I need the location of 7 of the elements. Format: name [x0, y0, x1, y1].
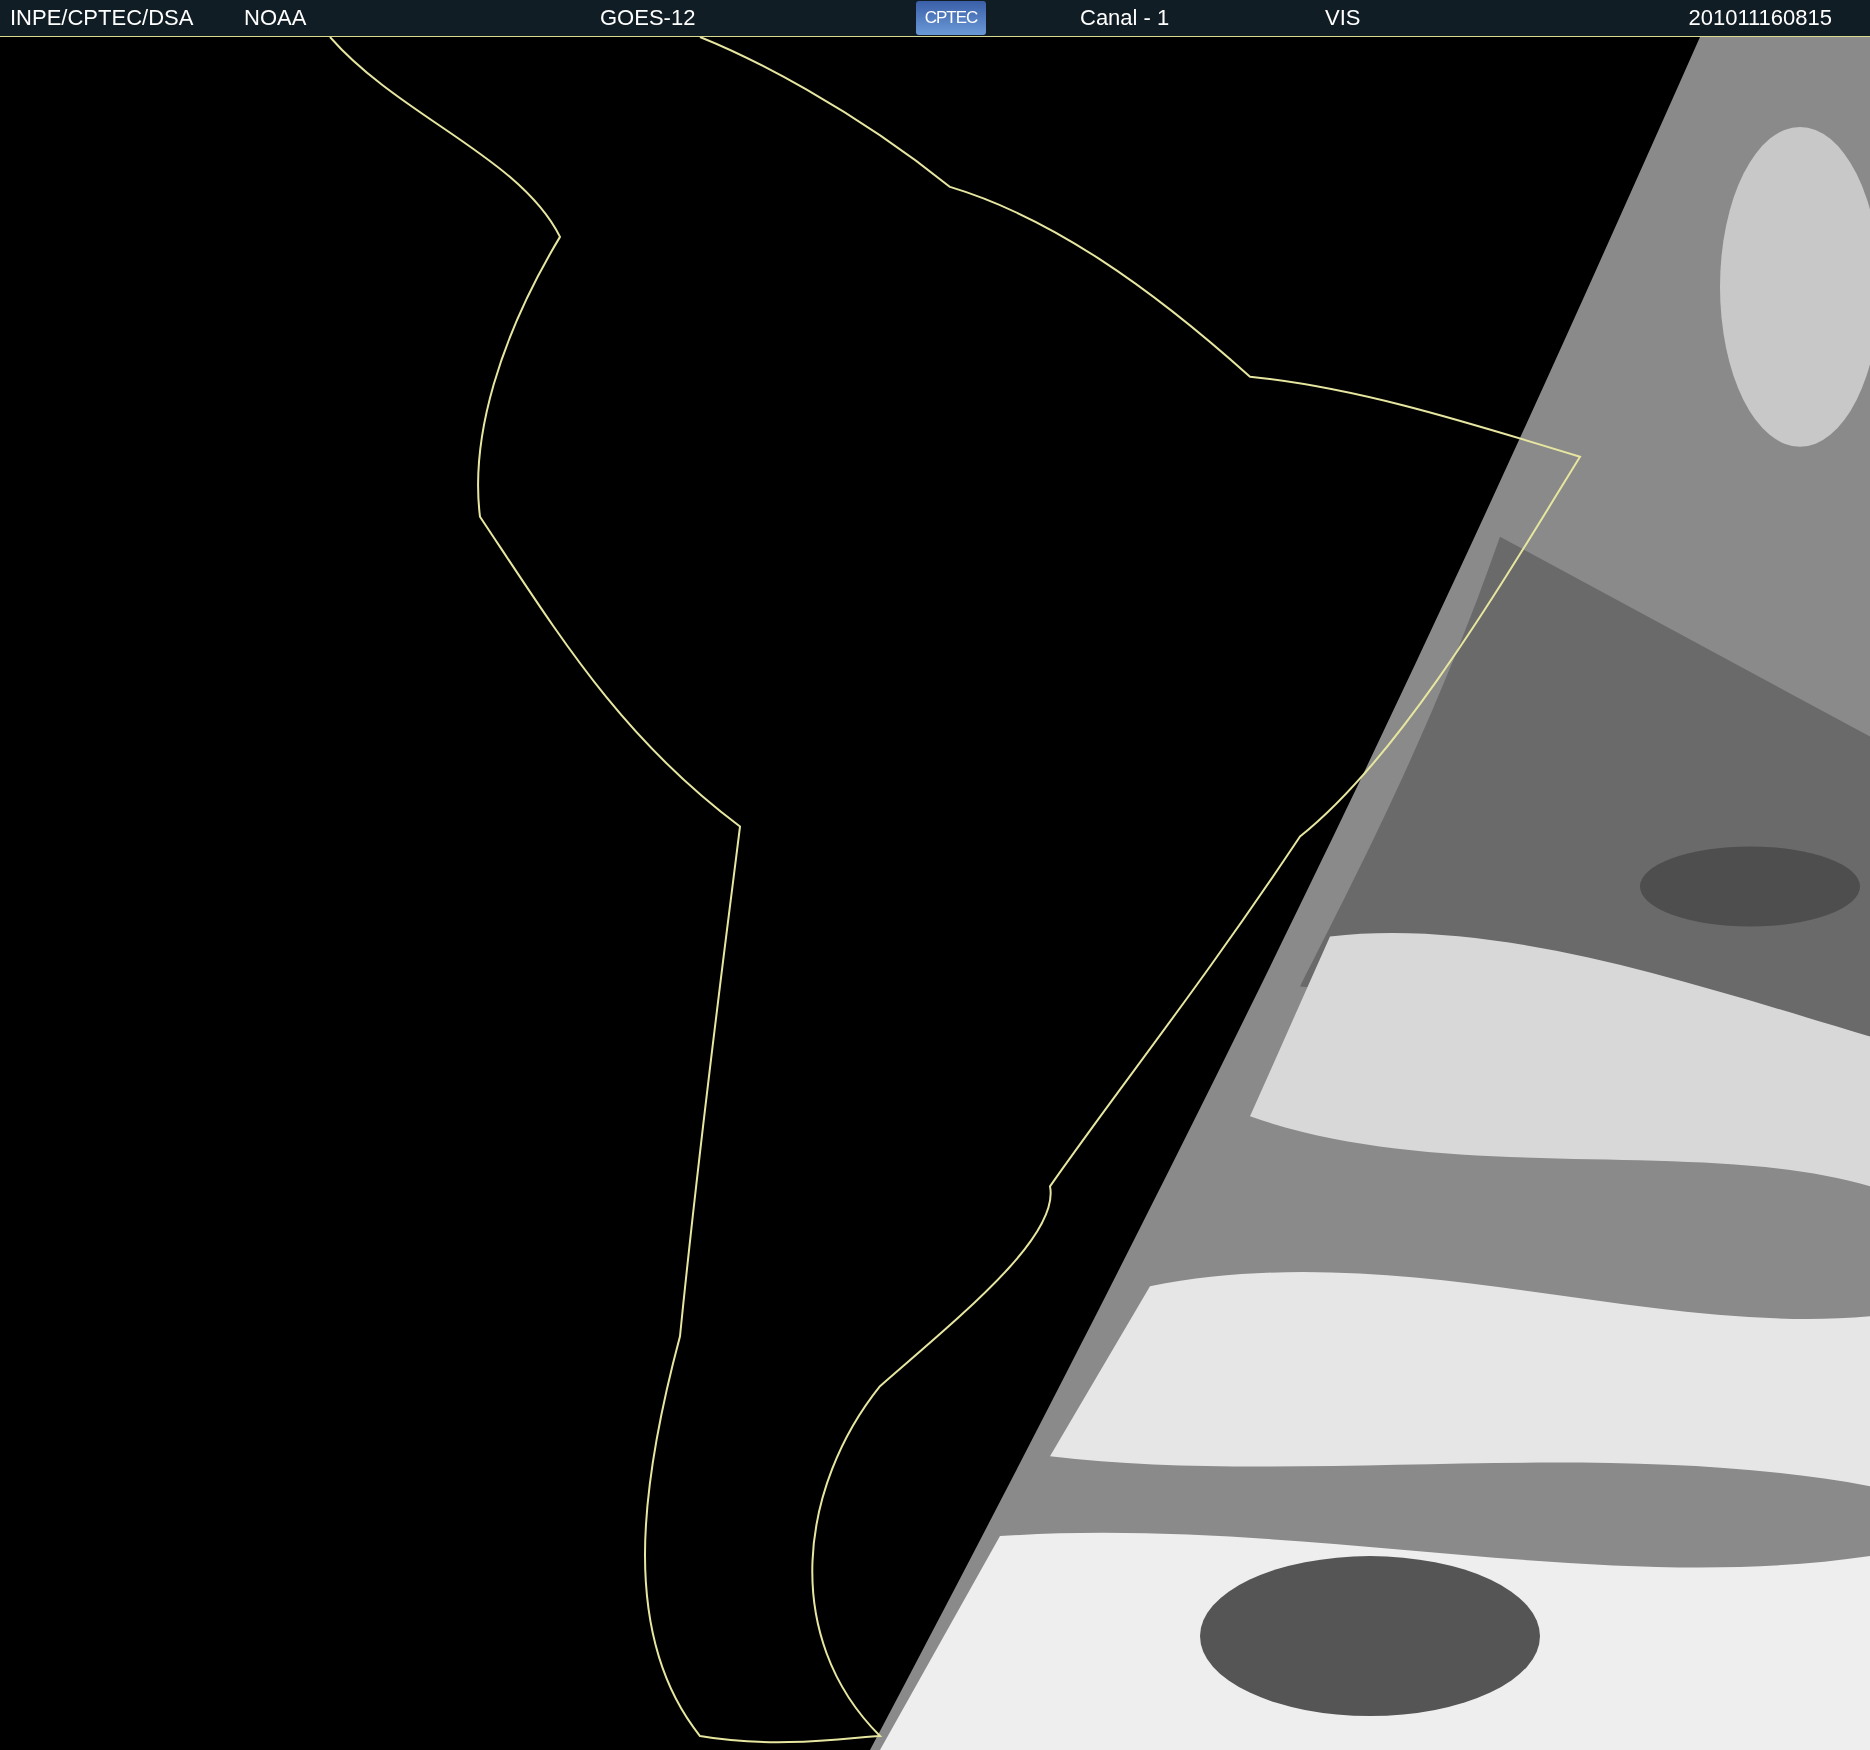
logo: CPTEC [916, 1, 986, 35]
satellite-label: GOES-12 [600, 5, 697, 31]
agency-label: NOAA [244, 5, 308, 31]
timestamp-label: 201011160815 [1688, 5, 1832, 31]
source-label: INPE/CPTEC/DSA [10, 5, 195, 31]
channel-label: Canal - 1 [1080, 5, 1171, 31]
band-label: VIS [1325, 5, 1362, 31]
